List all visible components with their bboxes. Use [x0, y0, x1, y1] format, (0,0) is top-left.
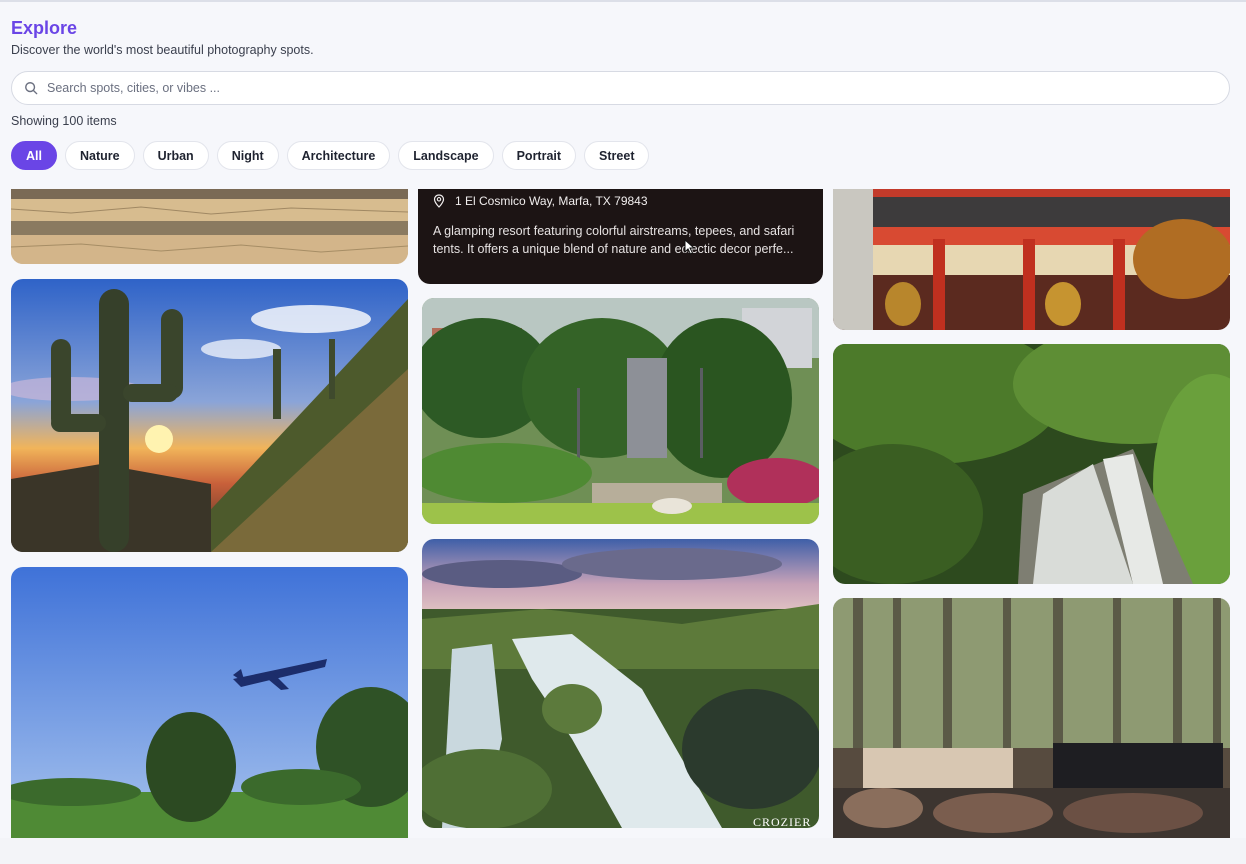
filter-chip-all[interactable]: All	[11, 141, 57, 170]
photo-park-fountain	[422, 298, 819, 524]
filter-chip-architecture[interactable]: Architecture	[286, 141, 391, 170]
filter-chip-night[interactable]: Night	[216, 141, 279, 170]
photo-waterfall-cascade	[422, 539, 819, 828]
filter-chips: All Nature Urban Night Architecture Land…	[11, 141, 650, 170]
page-title: Explore	[11, 18, 78, 38]
hover-card-address: 1 El Cosmico Way, Marfa, TX 79843	[455, 194, 648, 208]
photo-jungle-waterfall	[833, 344, 1230, 584]
photo-forest-wedding	[833, 598, 1230, 838]
location-pin-icon	[433, 194, 445, 208]
photo-card-dry-earth[interactable]	[11, 189, 408, 264]
photo-card-park-fountain[interactable]	[422, 298, 819, 524]
top-border	[0, 0, 1246, 2]
bottom-bar	[0, 838, 1246, 864]
photo-card-forest-wedding[interactable]	[833, 598, 1230, 838]
photo-airplane	[11, 567, 408, 838]
hover-card-address-row: 1 El Cosmico Way, Marfa, TX 79843	[433, 193, 808, 209]
filter-chip-urban[interactable]: Urban	[142, 141, 209, 170]
filter-chip-street[interactable]: Street	[584, 141, 650, 170]
hover-card-description: A glamping resort featuring colorful air…	[433, 224, 795, 256]
page-subtitle: Discover the world's most beautiful phot…	[11, 43, 314, 57]
photo-card-temple-gate[interactable]	[833, 189, 1230, 330]
photo-temple-gate	[833, 189, 1230, 330]
page-header: Explore Discover the world's most beauti…	[11, 17, 1231, 57]
search-input[interactable]	[47, 81, 1229, 95]
photo-card-waterfall-cascade[interactable]: CROZIER	[422, 539, 819, 828]
photo-cactus-sunset	[11, 279, 408, 552]
results-count: Showing 100 items	[11, 114, 117, 128]
photo-card-cactus-sunset[interactable]	[11, 279, 408, 552]
photo-card-jungle-waterfall[interactable]	[833, 344, 1230, 584]
filter-chip-portrait[interactable]: Portrait	[501, 141, 577, 170]
photo-dry-earth	[11, 189, 408, 264]
filter-chip-nature[interactable]: Nature	[64, 141, 135, 170]
hover-card-details[interactable]: 1 El Cosmico Way, Marfa, TX 79843 A glam…	[418, 189, 823, 284]
search-bar[interactable]	[11, 71, 1230, 105]
photo-watermark: CROZIER	[753, 815, 812, 828]
mouse-cursor	[684, 238, 696, 260]
photo-card-airplane[interactable]	[11, 567, 408, 838]
filter-chip-landscape[interactable]: Landscape	[398, 141, 494, 170]
search-icon	[25, 82, 38, 95]
